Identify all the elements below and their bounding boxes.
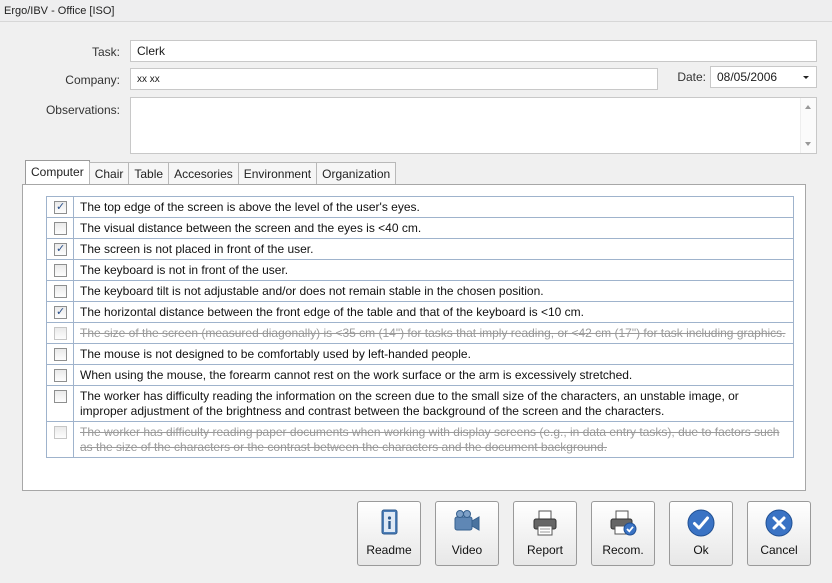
recom-button[interactable]: Recom. xyxy=(591,501,655,566)
checklist-item-text: The worker has difficulty reading paper … xyxy=(80,425,780,454)
tab-organization[interactable]: Organization xyxy=(316,162,397,184)
cancel-label: Cancel xyxy=(760,543,798,557)
recom-label: Recom. xyxy=(602,543,644,557)
tab-accesories[interactable]: Accesories xyxy=(168,162,239,184)
printer-check-icon xyxy=(610,510,637,536)
readme-label: Readme xyxy=(366,543,412,557)
observations-scrollbar[interactable] xyxy=(800,98,816,153)
checklist-grid: ✓ The top edge of the screen is above the… xyxy=(46,196,794,458)
checkbox[interactable]: ✓ xyxy=(54,348,67,361)
checkbox[interactable]: ✓ xyxy=(54,201,67,214)
checklist-item-text: The size of the screen (measured diagona… xyxy=(80,326,786,340)
checklist-row[interactable]: ✓ The worker has difficulty reading paper… xyxy=(47,422,793,457)
checklist-item-text: When using the mouse, the forearm cannot… xyxy=(80,368,633,382)
checklist-item-text: The screen is not placed in front of the… xyxy=(80,242,314,256)
title-bar: Ergo/IBV - Office [ISO] xyxy=(0,0,832,22)
observations-label: Observations: xyxy=(45,103,120,117)
checklist-row[interactable]: ✓ The top edge of the screen is above the… xyxy=(47,197,793,218)
task-field[interactable]: Clerk xyxy=(130,40,817,62)
checklist-row[interactable]: ✓ The visual distance between the screen … xyxy=(47,218,793,239)
tab-strip: Computer Chair Table Accesories Environm… xyxy=(25,160,397,185)
date-picker[interactable]: 08/05/2006 xyxy=(710,66,817,88)
checklist-item-text: The keyboard is not in front of the user… xyxy=(80,263,289,277)
report-label: Report xyxy=(526,543,564,557)
printer-icon xyxy=(533,510,557,536)
tab-environment[interactable]: Environment xyxy=(237,162,318,184)
video-button[interactable]: Video xyxy=(435,501,499,566)
company-field[interactable]: xx xx xyxy=(130,68,658,90)
ok-button[interactable]: Ok xyxy=(669,501,733,566)
checkbox[interactable]: ✓ xyxy=(54,426,67,439)
checklist-row[interactable]: ✓ The horizontal distance between the fro… xyxy=(47,302,793,323)
date-label: Date: xyxy=(677,70,706,84)
checkbox[interactable]: ✓ xyxy=(54,390,67,403)
readme-document-icon xyxy=(381,509,398,535)
checkbox[interactable]: ✓ xyxy=(54,264,67,277)
checklist-item-text: The worker has difficulty reading the in… xyxy=(80,389,739,418)
checklist-row[interactable]: ✓ The mouse is not designed to be comfort… xyxy=(47,344,793,365)
report-button[interactable]: Report xyxy=(513,501,577,566)
checklist-row[interactable]: ✓ The worker has difficulty reading the i… xyxy=(47,386,793,422)
tab-table[interactable]: Table xyxy=(128,162,170,184)
checkbox[interactable]: ✓ xyxy=(54,222,67,235)
checklist-item-text: The top edge of the screen is above the … xyxy=(80,200,420,214)
video-label: Video xyxy=(451,543,483,557)
checklist-item-text: The visual distance between the screen a… xyxy=(80,221,422,235)
checklist-row[interactable]: ✓ When using the mouse, the forearm canno… xyxy=(47,365,793,386)
checkbox[interactable]: ✓ xyxy=(54,327,67,340)
checkbox[interactable]: ✓ xyxy=(54,306,67,319)
tab-computer[interactable]: Computer xyxy=(25,160,90,185)
observations-textarea[interactable] xyxy=(130,97,817,154)
ok-checkmark-icon xyxy=(687,509,715,537)
checklist-item-text: The horizontal distance between the fron… xyxy=(80,305,584,319)
cancel-button[interactable]: Cancel xyxy=(747,501,811,566)
checklist-item-text: The keyboard tilt is not adjustable and/… xyxy=(80,284,544,298)
checklist-row[interactable]: ✓ The screen is not placed in front of th… xyxy=(47,239,793,260)
task-label: Task: xyxy=(91,45,120,59)
checklist-row[interactable]: ✓ The size of the screen (measured diagon… xyxy=(47,323,793,344)
checkbox[interactable]: ✓ xyxy=(54,369,67,382)
ok-label: Ok xyxy=(693,543,709,557)
checklist-row[interactable]: ✓ The keyboard is not in front of the use… xyxy=(47,260,793,281)
date-value: 08/05/2006 xyxy=(717,70,778,84)
video-camera-icon xyxy=(454,510,480,531)
readme-button[interactable]: Readme xyxy=(357,501,421,566)
company-label: Company: xyxy=(65,73,120,87)
checkbox[interactable]: ✓ xyxy=(54,243,67,256)
tab-chair[interactable]: Chair xyxy=(88,162,130,184)
window-title: Ergo/IBV - Office [ISO] xyxy=(4,5,115,17)
scroll-down-icon[interactable] xyxy=(805,142,811,146)
cancel-x-icon xyxy=(765,509,793,537)
scroll-up-icon[interactable] xyxy=(805,105,811,109)
chevron-down-icon[interactable] xyxy=(800,71,812,83)
checkbox[interactable]: ✓ xyxy=(54,285,67,298)
observations-scroll-track[interactable] xyxy=(800,98,816,153)
checklist-item-text: The mouse is not designed to be comforta… xyxy=(80,347,471,361)
checklist-row[interactable]: ✓ The keyboard tilt is not adjustable and… xyxy=(47,281,793,302)
